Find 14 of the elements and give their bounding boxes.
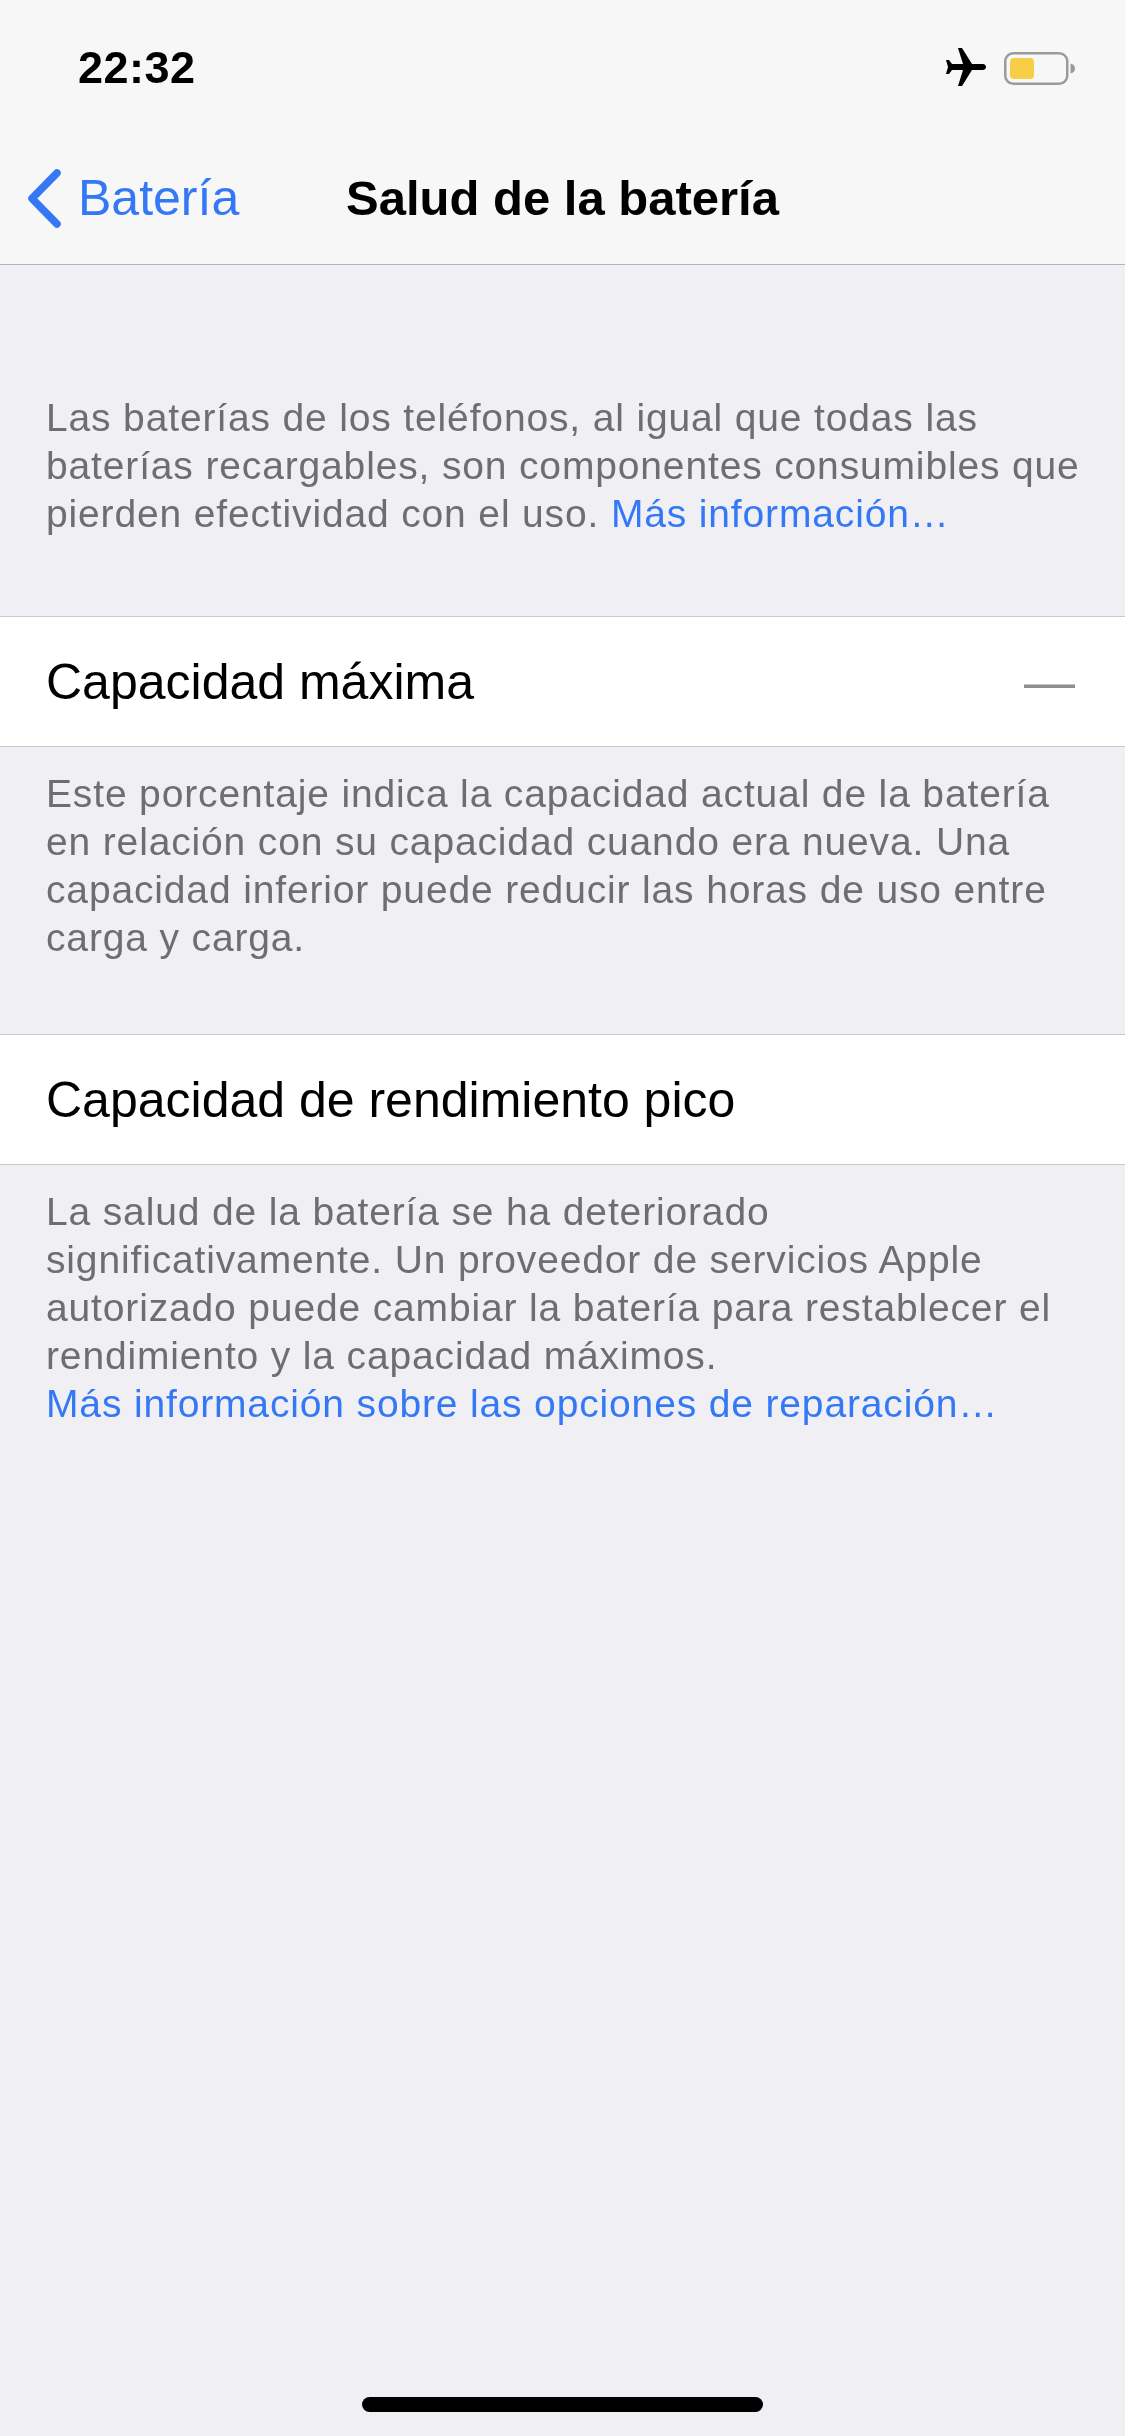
repair-info-link[interactable]: Más información sobre las opciones de reparación… bbox=[46, 1380, 999, 1428]
row-label: Capacidad de rendimiento pico bbox=[46, 1070, 736, 1129]
row-value: — bbox=[1024, 652, 1075, 711]
intro-text: Las baterías de los teléfonos, al igual que todas las baterías recargables, son componentes consumibles que pierden efectividad con el uso. Más información… bbox=[46, 395, 1081, 537]
chevron-left-icon bbox=[26, 167, 62, 229]
page-title: Salud de la batería bbox=[346, 170, 779, 226]
more-info-link[interactable]: Más información… bbox=[610, 492, 950, 535]
back-button[interactable]: Batería bbox=[0, 167, 240, 229]
status-time: 22:32 bbox=[78, 42, 196, 94]
section-footer-text: La salud de la batería se ha deteriorado significativamente. Un proveedor de servicios Apple autorizado puede cambiar la batería para restablecer el rendimiento y la capacidad máximos. bbox=[46, 1189, 1052, 1379]
airplane-icon bbox=[946, 48, 986, 88]
battery-icon bbox=[1004, 51, 1077, 85]
section-footer-text: Este porcentaje indica la capacidad actual de la batería en relación con su capacidad cuando era nueva. Una capacidad inferior puede reducir las horas de uso entre carga y carga. bbox=[46, 771, 1051, 961]
row-label: Capacidad máxima bbox=[46, 652, 474, 711]
